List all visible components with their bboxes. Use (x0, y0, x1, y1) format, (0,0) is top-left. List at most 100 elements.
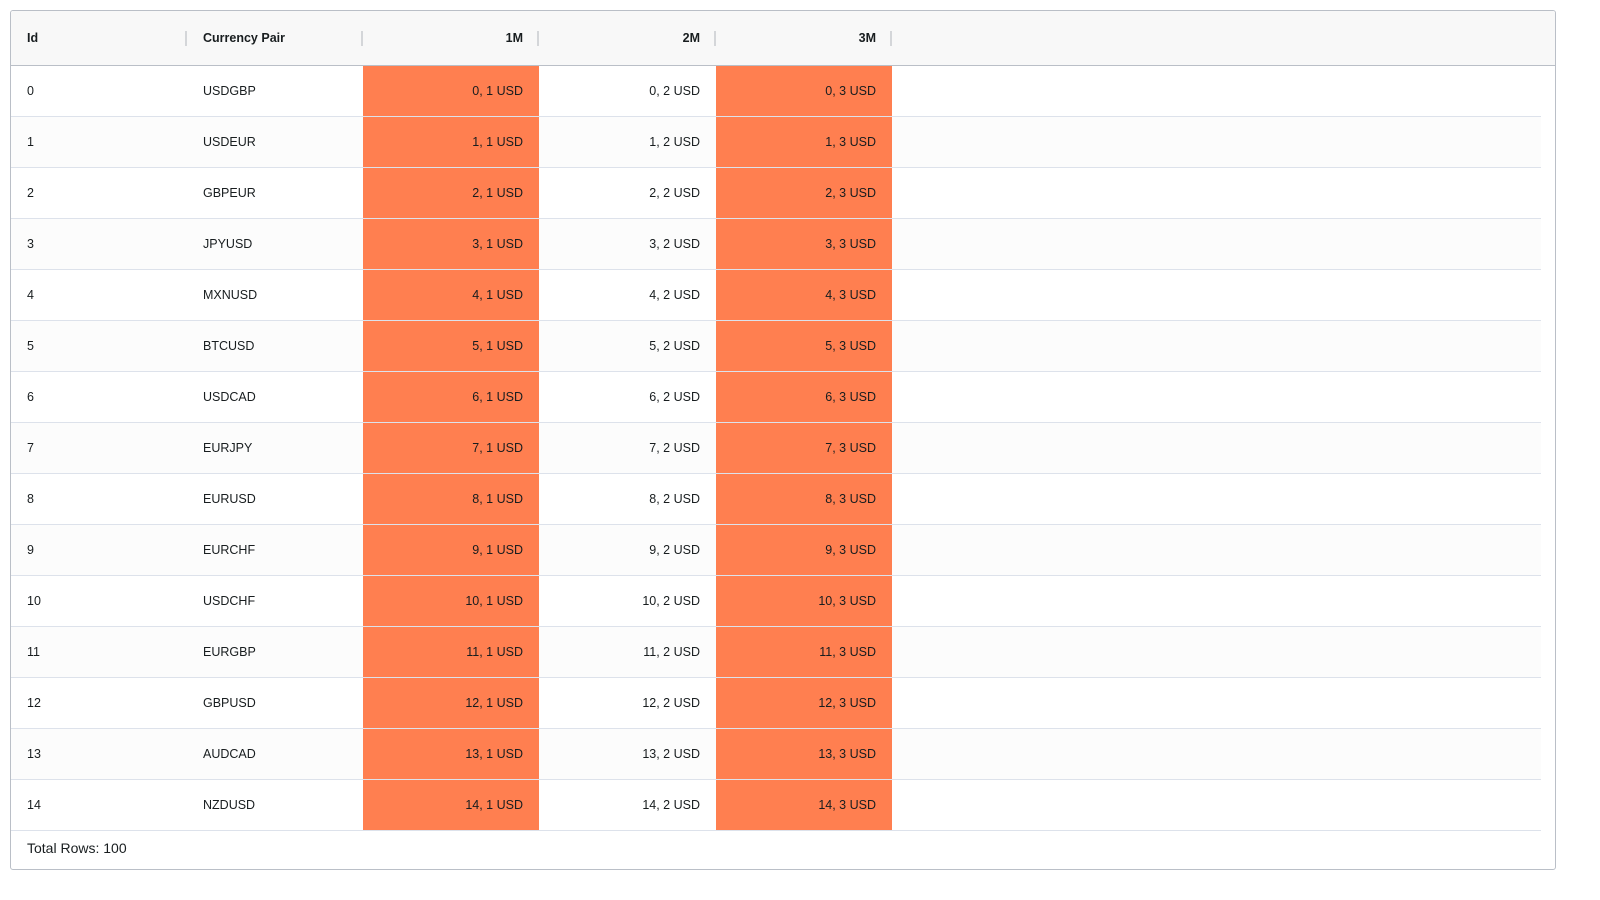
cell-currency-pair[interactable]: USDCHF (187, 576, 363, 626)
table-row[interactable]: 2 GBPEUR 2, 1 USD 2, 2 USD 2, 3 USD (11, 168, 1541, 219)
cell-2m[interactable]: 10, 2 USD (540, 576, 716, 626)
table-row[interactable]: 9 EURCHF 9, 1 USD 9, 2 USD 9, 3 USD (11, 525, 1541, 576)
cell-currency-pair[interactable]: BTCUSD (187, 321, 363, 371)
cell-currency-pair[interactable]: MXNUSD (187, 270, 363, 320)
table-row[interactable]: 14 NZDUSD 14, 1 USD 14, 2 USD 14, 3 USD (11, 780, 1541, 831)
cell-1m[interactable]: 10, 1 USD (363, 576, 539, 626)
cell-currency-pair[interactable]: NZDUSD (187, 780, 363, 830)
cell-3m[interactable]: 9, 3 USD (716, 525, 892, 575)
cell-1m[interactable]: 1, 1 USD (363, 117, 539, 167)
cell-2m[interactable]: 5, 2 USD (540, 321, 716, 371)
cell-2m[interactable]: 14, 2 USD (540, 780, 716, 830)
column-header-currency-pair[interactable]: Currency Pair (187, 11, 363, 65)
cell-id[interactable]: 5 (11, 321, 187, 371)
cell-3m[interactable]: 5, 3 USD (716, 321, 892, 371)
table-row[interactable]: 10 USDCHF 10, 1 USD 10, 2 USD 10, 3 USD (11, 576, 1541, 627)
column-header-label: Id (27, 31, 39, 45)
cell-2m[interactable]: 1, 2 USD (540, 117, 716, 167)
cell-currency-pair[interactable]: GBPEUR (187, 168, 363, 218)
cell-3m[interactable]: 7, 3 USD (716, 423, 892, 473)
table-row[interactable]: 5 BTCUSD 5, 1 USD 5, 2 USD 5, 3 USD (11, 321, 1541, 372)
cell-currency-pair[interactable]: EURGBP (187, 627, 363, 677)
table-row[interactable]: 4 MXNUSD 4, 1 USD 4, 2 USD 4, 3 USD (11, 270, 1541, 321)
cell-id[interactable]: 2 (11, 168, 187, 218)
cell-2m[interactable]: 0, 2 USD (540, 66, 716, 116)
cell-3m[interactable]: 14, 3 USD (716, 780, 892, 830)
cell-id[interactable]: 0 (11, 66, 187, 116)
table-row[interactable]: 1 USDEUR 1, 1 USD 1, 2 USD 1, 3 USD (11, 117, 1541, 168)
cell-3m[interactable]: 11, 3 USD (716, 627, 892, 677)
table-row[interactable]: 6 USDCAD 6, 1 USD 6, 2 USD 6, 3 USD (11, 372, 1541, 423)
cell-1m[interactable]: 7, 1 USD (363, 423, 539, 473)
cell-2m[interactable]: 3, 2 USD (540, 219, 716, 269)
cell-2m[interactable]: 8, 2 USD (540, 474, 716, 524)
table-row[interactable]: 3 JPYUSD 3, 1 USD 3, 2 USD 3, 3 USD (11, 219, 1541, 270)
cell-currency-pair[interactable]: EURJPY (187, 423, 363, 473)
cell-id[interactable]: 9 (11, 525, 187, 575)
cell-currency-pair[interactable]: AUDCAD (187, 729, 363, 779)
cell-2m[interactable]: 6, 2 USD (540, 372, 716, 422)
cell-2m[interactable]: 7, 2 USD (540, 423, 716, 473)
cell-1m[interactable]: 2, 1 USD (363, 168, 539, 218)
cell-id[interactable]: 6 (11, 372, 187, 422)
cell-1m[interactable]: 13, 1 USD (363, 729, 539, 779)
cell-id[interactable]: 1 (11, 117, 187, 167)
cell-1m[interactable]: 0, 1 USD (363, 66, 539, 116)
cell-id[interactable]: 4 (11, 270, 187, 320)
cell-1m[interactable]: 14, 1 USD (363, 780, 539, 830)
cell-id[interactable]: 10 (11, 576, 187, 626)
cell-id[interactable]: 8 (11, 474, 187, 524)
column-header-label: 2M (682, 31, 700, 45)
table-row[interactable]: 12 GBPUSD 12, 1 USD 12, 2 USD 12, 3 USD (11, 678, 1541, 729)
cell-1m[interactable]: 9, 1 USD (363, 525, 539, 575)
cell-currency-pair[interactable]: USDGBP (187, 66, 363, 116)
cell-2m[interactable]: 2, 2 USD (540, 168, 716, 218)
cell-3m[interactable]: 6, 3 USD (716, 372, 892, 422)
cell-3m[interactable]: 12, 3 USD (716, 678, 892, 728)
column-resize-handle[interactable] (537, 31, 539, 46)
cell-1m[interactable]: 4, 1 USD (363, 270, 539, 320)
cell-3m[interactable]: 8, 3 USD (716, 474, 892, 524)
cell-currency-pair[interactable]: EURUSD (187, 474, 363, 524)
cell-3m[interactable]: 4, 3 USD (716, 270, 892, 320)
column-resize-handle[interactable] (890, 31, 892, 46)
cell-3m[interactable]: 10, 3 USD (716, 576, 892, 626)
table-row[interactable]: 0 USDGBP 0, 1 USD 0, 2 USD 0, 3 USD (11, 66, 1541, 117)
table-row[interactable]: 11 EURGBP 11, 1 USD 11, 2 USD 11, 3 USD (11, 627, 1541, 678)
cell-3m[interactable]: 2, 3 USD (716, 168, 892, 218)
column-header-1m[interactable]: 1M (363, 11, 539, 65)
cell-2m[interactable]: 13, 2 USD (540, 729, 716, 779)
cell-currency-pair[interactable]: JPYUSD (187, 219, 363, 269)
cell-3m[interactable]: 0, 3 USD (716, 66, 892, 116)
cell-1m[interactable]: 3, 1 USD (363, 219, 539, 269)
column-header-id[interactable]: Id (11, 11, 187, 65)
cell-1m[interactable]: 6, 1 USD (363, 372, 539, 422)
cell-1m[interactable]: 11, 1 USD (363, 627, 539, 677)
table-row[interactable]: 8 EURUSD 8, 1 USD 8, 2 USD 8, 3 USD (11, 474, 1541, 525)
cell-currency-pair[interactable]: USDCAD (187, 372, 363, 422)
cell-1m[interactable]: 5, 1 USD (363, 321, 539, 371)
cell-2m[interactable]: 11, 2 USD (540, 627, 716, 677)
cell-currency-pair[interactable]: USDEUR (187, 117, 363, 167)
cell-id[interactable]: 7 (11, 423, 187, 473)
cell-id[interactable]: 3 (11, 219, 187, 269)
cell-2m[interactable]: 4, 2 USD (540, 270, 716, 320)
cell-id[interactable]: 12 (11, 678, 187, 728)
cell-3m[interactable]: 3, 3 USD (716, 219, 892, 269)
cell-3m[interactable]: 1, 3 USD (716, 117, 892, 167)
cell-1m[interactable]: 8, 1 USD (363, 474, 539, 524)
cell-2m[interactable]: 12, 2 USD (540, 678, 716, 728)
table-row[interactable]: 7 EURJPY 7, 1 USD 7, 2 USD 7, 3 USD (11, 423, 1541, 474)
cell-id[interactable]: 13 (11, 729, 187, 779)
cell-1m[interactable]: 12, 1 USD (363, 678, 539, 728)
cell-2m[interactable]: 9, 2 USD (540, 525, 716, 575)
column-header-3m[interactable]: 3M (716, 11, 892, 65)
cell-currency-pair[interactable]: EURCHF (187, 525, 363, 575)
cell-currency-pair[interactable]: GBPUSD (187, 678, 363, 728)
cell-id[interactable]: 14 (11, 780, 187, 830)
table-row[interactable]: 13 AUDCAD 13, 1 USD 13, 2 USD 13, 3 USD (11, 729, 1541, 780)
cell-3m[interactable]: 13, 3 USD (716, 729, 892, 779)
cell-id[interactable]: 11 (11, 627, 187, 677)
grid-header: Id Currency Pair 1M 2M 3M (11, 11, 1555, 66)
column-header-2m[interactable]: 2M (540, 11, 716, 65)
